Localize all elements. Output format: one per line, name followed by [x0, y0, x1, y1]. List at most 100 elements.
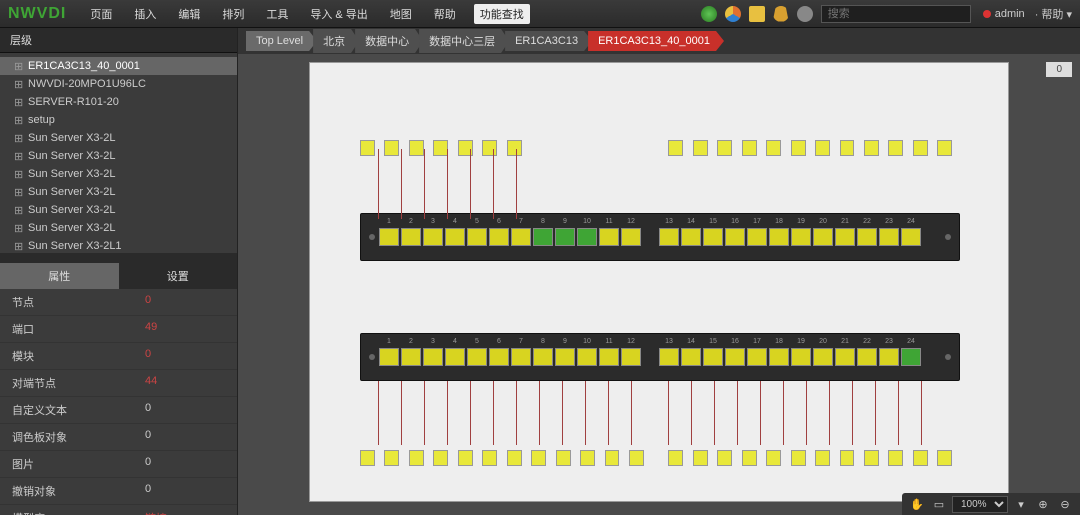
port[interactable]: 2: [401, 228, 421, 246]
port[interactable]: 20: [813, 228, 833, 246]
select-tool-icon[interactable]: ▭: [930, 496, 948, 512]
breadcrumb-item[interactable]: 数据中心: [355, 29, 423, 53]
tree-item[interactable]: Sun Server X3-2L: [0, 219, 237, 237]
port[interactable]: 2: [401, 348, 421, 366]
tree-item[interactable]: NWVDI-20MPO1U96LC: [0, 75, 237, 93]
canvas[interactable]: 123456789101112131415161718192021222324 …: [309, 62, 1009, 502]
cable-node[interactable]: [864, 450, 879, 466]
port[interactable]: 1: [379, 348, 399, 366]
port[interactable]: 12: [621, 348, 641, 366]
menu-item[interactable]: 工具: [262, 4, 292, 24]
breadcrumb-item[interactable]: Top Level: [246, 31, 317, 51]
menu-item[interactable]: 插入: [130, 4, 160, 24]
port[interactable]: 23: [879, 348, 899, 366]
menu-item[interactable]: 地图: [386, 4, 416, 24]
tree-item[interactable]: ER1CA3C13_40_0001: [0, 57, 237, 75]
port[interactable]: 10: [577, 228, 597, 246]
cable-node[interactable]: [937, 140, 952, 156]
gear-icon[interactable]: [797, 6, 813, 22]
cable-node[interactable]: [791, 140, 806, 156]
tree-item[interactable]: Sun Server X3-2L1: [0, 237, 237, 253]
tree-scrollbar[interactable]: [0, 253, 237, 263]
cable-node[interactable]: [629, 450, 644, 466]
cable-node[interactable]: [840, 450, 855, 466]
breadcrumb-item[interactable]: 北京: [313, 29, 359, 53]
zoom-in-icon[interactable]: ⊕: [1034, 496, 1052, 512]
port[interactable]: 6: [489, 228, 509, 246]
port[interactable]: 3: [423, 228, 443, 246]
port[interactable]: 9: [555, 348, 575, 366]
port[interactable]: 18: [769, 228, 789, 246]
cable-node[interactable]: [766, 450, 781, 466]
cable-node[interactable]: [693, 450, 708, 466]
cable-node[interactable]: [409, 450, 424, 466]
cable-node[interactable]: [580, 450, 595, 466]
cable-node[interactable]: [360, 140, 375, 156]
port[interactable]: 5: [467, 228, 487, 246]
port[interactable]: 16: [725, 348, 745, 366]
cable-node[interactable]: [693, 140, 708, 156]
menu-item[interactable]: 导入 & 导出: [306, 4, 371, 24]
cable-node[interactable]: [409, 140, 424, 156]
port[interactable]: 24: [901, 228, 921, 246]
port[interactable]: 13: [659, 348, 679, 366]
port[interactable]: 14: [681, 228, 701, 246]
port[interactable]: 7: [511, 228, 531, 246]
port[interactable]: 22: [857, 348, 877, 366]
breadcrumb-item[interactable]: ER1CA3C13_40_0001: [588, 31, 724, 51]
cable-node[interactable]: [507, 140, 522, 156]
cable-node[interactable]: [507, 450, 522, 466]
menu-item[interactable]: 编辑: [174, 4, 204, 24]
port[interactable]: 16: [725, 228, 745, 246]
port[interactable]: 11: [599, 228, 619, 246]
port[interactable]: 18: [769, 348, 789, 366]
tree-item[interactable]: Sun Server X3-2L: [0, 165, 237, 183]
cable-node[interactable]: [384, 140, 399, 156]
dropdown-icon[interactable]: ▾: [1012, 496, 1030, 512]
port[interactable]: 10: [577, 348, 597, 366]
port[interactable]: 9: [555, 228, 575, 246]
note-icon[interactable]: [749, 6, 765, 22]
cable-node[interactable]: [433, 450, 448, 466]
cable-node[interactable]: [742, 450, 757, 466]
chart-icon[interactable]: [725, 6, 741, 22]
cable-node[interactable]: [815, 450, 830, 466]
port[interactable]: 8: [533, 228, 553, 246]
breadcrumb-item[interactable]: 数据中心三层: [419, 29, 509, 53]
port[interactable]: 4: [445, 348, 465, 366]
tab[interactable]: 属性: [0, 263, 119, 289]
port[interactable]: 14: [681, 348, 701, 366]
cable-node[interactable]: [717, 450, 732, 466]
tree-item[interactable]: Sun Server X3-2L: [0, 183, 237, 201]
cable-node[interactable]: [605, 450, 620, 466]
cable-node[interactable]: [668, 450, 683, 466]
breadcrumb-item[interactable]: ER1CA3C13: [505, 31, 592, 51]
port[interactable]: 15: [703, 348, 723, 366]
cable-node[interactable]: [864, 140, 879, 156]
port[interactable]: 19: [791, 348, 811, 366]
port[interactable]: 17: [747, 348, 767, 366]
cable-node[interactable]: [888, 140, 903, 156]
cable-node[interactable]: [458, 450, 473, 466]
user-menu[interactable]: admin · 帮助 ▾: [983, 6, 1072, 22]
port[interactable]: 19: [791, 228, 811, 246]
port[interactable]: 11: [599, 348, 619, 366]
search-input[interactable]: [821, 5, 971, 23]
cable-node[interactable]: [937, 450, 952, 466]
port[interactable]: 20: [813, 348, 833, 366]
cable-node[interactable]: [742, 140, 757, 156]
tree-item[interactable]: Sun Server X3-2L: [0, 129, 237, 147]
port[interactable]: 17: [747, 228, 767, 246]
cable-node[interactable]: [913, 450, 928, 466]
zoom-out-icon[interactable]: ⊖: [1056, 496, 1074, 512]
cable-node[interactable]: [360, 450, 375, 466]
menu-item[interactable]: 页面: [86, 4, 116, 24]
cable-node[interactable]: [482, 140, 497, 156]
port[interactable]: 21: [835, 228, 855, 246]
patch-panel-2[interactable]: 123456789101112131415161718192021222324: [360, 333, 960, 381]
menu-item[interactable]: 功能查找: [474, 4, 530, 24]
port[interactable]: 24: [901, 348, 921, 366]
menu-item[interactable]: 排列: [218, 4, 248, 24]
cable-node[interactable]: [766, 140, 781, 156]
port[interactable]: 12: [621, 228, 641, 246]
